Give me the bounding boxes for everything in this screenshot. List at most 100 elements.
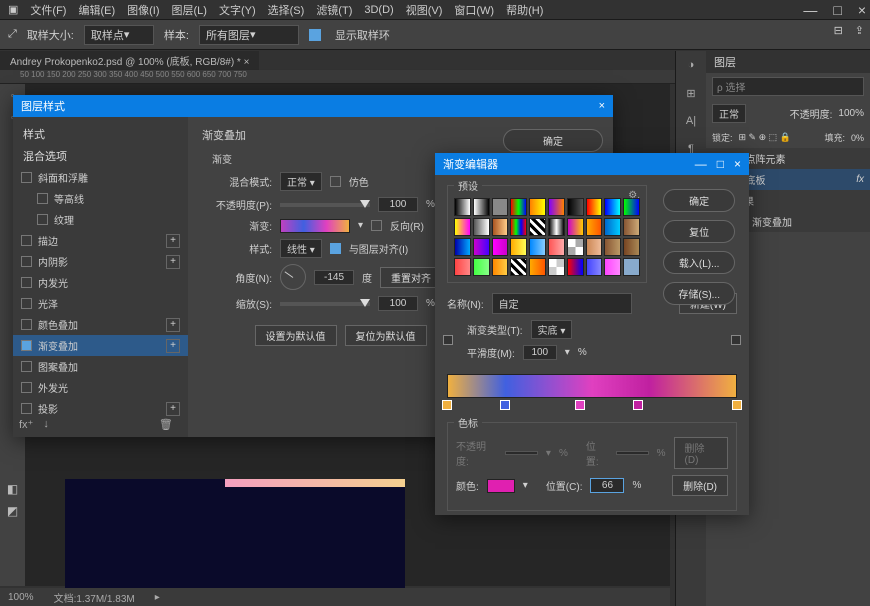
save-button[interactable]: 存储(S)... <box>663 282 735 305</box>
preset-swatch[interactable] <box>473 258 490 276</box>
preset-swatch[interactable] <box>567 238 584 256</box>
preset-swatch[interactable] <box>604 198 621 216</box>
menu-layer[interactable]: 图层(L) <box>172 2 207 18</box>
menu-view[interactable]: 视图(V) <box>406 2 443 18</box>
preset-swatch[interactable] <box>567 198 584 216</box>
fx-badge[interactable]: fx <box>856 174 864 185</box>
style-innerglow[interactable]: 内发光 <box>13 272 188 293</box>
scale-slider[interactable] <box>280 302 370 306</box>
angle-dial[interactable] <box>280 264 306 290</box>
align-checkbox[interactable] <box>330 243 341 254</box>
color-preview[interactable] <box>487 479 515 493</box>
preset-swatch[interactable] <box>510 218 527 236</box>
gradient-bar[interactable] <box>447 374 737 398</box>
preset-swatch[interactable] <box>529 198 546 216</box>
preset-swatch[interactable] <box>510 238 527 256</box>
preset-swatch[interactable] <box>586 198 603 216</box>
gradient-opacity-stop[interactable] <box>731 335 741 345</box>
zoom-level[interactable]: 100% <box>8 592 34 603</box>
style-texture[interactable]: 纹理 <box>13 209 188 230</box>
minimize-icon[interactable]: — <box>695 157 707 171</box>
preset-swatch[interactable] <box>567 218 584 236</box>
share-icon[interactable]: ⇪ <box>855 24 864 37</box>
dialog-titlebar[interactable]: 渐变编辑器 — □ × <box>435 153 749 175</box>
preset-swatch[interactable] <box>454 198 471 216</box>
preset-swatch[interactable] <box>510 198 527 216</box>
preset-swatch[interactable] <box>586 258 603 276</box>
dialog-close-icon[interactable]: × <box>599 100 605 112</box>
close-icon[interactable]: × <box>858 2 866 18</box>
layer-search[interactable]: ρ 选择 <box>712 77 864 96</box>
style-coloroverlay[interactable]: 颜色叠加+ <box>13 314 188 335</box>
color-loc-input[interactable]: 66 <box>590 478 624 493</box>
swatches-panel-icon[interactable]: ⊞ <box>676 79 706 107</box>
search-icon[interactable]: ⊟ <box>834 24 843 37</box>
status-arrow-icon[interactable]: ▸ <box>155 592 160 603</box>
preset-swatch[interactable] <box>567 258 584 276</box>
preset-swatch[interactable] <box>586 238 603 256</box>
style-gradientoverlay[interactable]: 渐变叠加+ <box>13 335 188 356</box>
make-default-button[interactable]: 设置为默认值 <box>255 325 337 346</box>
gradient-color-stop[interactable] <box>732 400 742 410</box>
opacity-input[interactable]: 100 <box>378 197 418 212</box>
menu-edit[interactable]: 编辑(E) <box>78 2 115 18</box>
preset-swatch[interactable] <box>529 258 546 276</box>
menu-3d[interactable]: 3D(D) <box>364 4 393 16</box>
styles-header[interactable]: 样式 <box>13 123 188 145</box>
gradient-opacity-stop[interactable] <box>443 335 453 345</box>
blend-mode-select[interactable]: 正常 <box>712 104 746 123</box>
fx-icon[interactable]: fx⁺ <box>19 418 33 431</box>
style-bevel[interactable]: 斜面和浮雕 <box>13 167 188 188</box>
menu-filter[interactable]: 滤镜(T) <box>316 2 352 18</box>
preset-swatch[interactable] <box>548 258 565 276</box>
gradient-preview[interactable] <box>280 219 350 233</box>
menu-type[interactable]: 文字(Y) <box>219 2 256 18</box>
gradtype-select[interactable]: 实底 ▾ <box>531 320 573 339</box>
gradient-color-stop[interactable] <box>442 400 452 410</box>
color-panel-icon[interactable]: ◑ <box>676 51 706 79</box>
preset-swatch[interactable] <box>604 238 621 256</box>
ok-button[interactable]: 确定 <box>663 189 735 212</box>
reset-align-button[interactable]: 重置对齐 <box>380 267 442 288</box>
preset-swatch[interactable] <box>548 218 565 236</box>
cancel-button[interactable]: 复位 <box>663 220 735 243</box>
preset-swatch[interactable] <box>529 218 546 236</box>
style-dropshadow[interactable]: 投影+ <box>13 398 188 419</box>
delete-colorstop-button[interactable]: 删除(D) <box>672 475 728 496</box>
eyedropper-icon[interactable]: ⤢ <box>8 28 17 41</box>
presets-menu-icon[interactable]: ⚙. <box>628 190 640 201</box>
dialog-titlebar[interactable]: 图层样式 × <box>13 95 613 117</box>
fx-down-icon[interactable]: ↓ <box>43 418 49 431</box>
style-patternoverlay[interactable]: 图案叠加 <box>13 356 188 377</box>
preset-swatch[interactable] <box>473 218 490 236</box>
preset-swatch[interactable] <box>529 238 546 256</box>
reset-default-button[interactable]: 复位为默认值 <box>345 325 427 346</box>
blendmode-select[interactable]: 正常 ▾ <box>280 172 322 191</box>
ok-button[interactable]: 确定 <box>503 129 603 152</box>
menu-select[interactable]: 选择(S) <box>268 2 305 18</box>
preset-swatch[interactable] <box>623 258 640 276</box>
dither-checkbox[interactable] <box>330 176 341 187</box>
name-input[interactable]: 自定 <box>492 293 632 314</box>
preset-swatch[interactable] <box>492 238 509 256</box>
minimize-icon[interactable]: — <box>803 2 817 18</box>
style-satin[interactable]: 光泽 <box>13 293 188 314</box>
preset-swatch[interactable] <box>604 258 621 276</box>
preset-swatch[interactable] <box>492 258 509 276</box>
menu-file[interactable]: 文件(F) <box>30 2 66 18</box>
preset-swatch[interactable] <box>492 198 509 216</box>
colors-icon[interactable]: ◧ <box>0 478 25 500</box>
preset-swatch[interactable] <box>623 238 640 256</box>
preset-swatch[interactable] <box>510 258 527 276</box>
reverse-checkbox[interactable] <box>371 220 382 231</box>
menu-window[interactable]: 窗口(W) <box>454 2 494 18</box>
blend-options-header[interactable]: 混合选项 <box>13 145 188 167</box>
load-button[interactable]: 载入(L)... <box>663 251 735 274</box>
preset-swatch[interactable] <box>548 198 565 216</box>
style-stroke[interactable]: 描边+ <box>13 230 188 251</box>
fill-value[interactable]: 0% <box>851 133 864 143</box>
preset-swatch[interactable] <box>454 218 471 236</box>
close-icon[interactable]: × <box>734 157 741 171</box>
preset-swatch[interactable] <box>623 218 640 236</box>
preset-swatch[interactable] <box>473 238 490 256</box>
